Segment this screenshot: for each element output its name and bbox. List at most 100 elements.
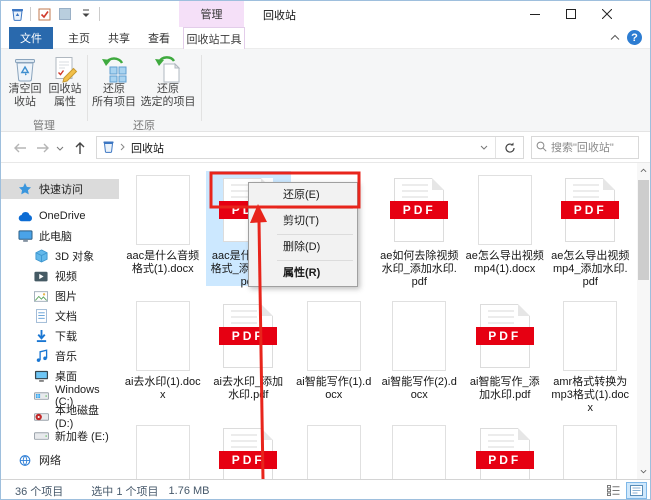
document-icon [33, 308, 49, 324]
manage-contextual-tab[interactable]: 管理 [179, 1, 244, 27]
docx-file-icon [377, 299, 463, 373]
tab-home[interactable]: 主页 [59, 27, 99, 49]
file-grid-row: PDF PDF [120, 421, 633, 479]
file-tile[interactable]: ai智能写作(1).docx [291, 297, 377, 412]
sidebar-item-downloads[interactable]: 下载 [1, 326, 119, 346]
docx-file-icon [120, 299, 206, 373]
selection-size: 1.76 MB [169, 485, 210, 497]
tab-recycle-bin-tools[interactable]: 回收站工具 [183, 27, 245, 49]
address-box[interactable]: 回收站 [96, 136, 524, 159]
restore-selected-items-button[interactable]: 还原 选定的项目 [137, 53, 199, 115]
menu-item-cut[interactable]: 剪切(T) [249, 211, 357, 232]
sidebar-item-pictures[interactable]: 图片 [1, 286, 119, 306]
sidebar-item-network[interactable]: 网络 [1, 450, 119, 470]
file-tile[interactable]: PDF [462, 421, 548, 479]
file-tile[interactable]: ai去水印(1).docx [120, 297, 206, 412]
file-tile[interactable]: PDF ai智能写作_添加水印.pdf [462, 297, 548, 412]
recycle-bin-mini-icon[interactable] [9, 6, 25, 22]
pdf-file-icon: PDF [462, 299, 548, 373]
download-arrow-icon [33, 328, 49, 344]
music-note-icon [33, 348, 49, 364]
search-input[interactable] [551, 142, 631, 154]
ribbon-right-controls [610, 30, 642, 45]
file-tile[interactable]: ai智能写作(2).docx [377, 297, 463, 412]
pdf-file-icon: PDF [206, 299, 292, 373]
file-tile[interactable]: aac是什么音频格式(1).docx [120, 171, 206, 286]
empty-recycle-bin-button[interactable]: 清空回 收站 [5, 53, 45, 115]
sidebar-item-desktop[interactable]: 桌面 [1, 366, 119, 386]
sidebar-item-3d-objects[interactable]: 3D 对象 [1, 246, 119, 266]
tab-share[interactable]: 共享 [99, 27, 139, 49]
back-icon[interactable] [11, 139, 29, 157]
scroll-down-icon[interactable] [637, 464, 650, 479]
file-tile[interactable] [291, 421, 377, 479]
context-menu: 还原(E) 剪切(T) 删除(D) 属性(R) [248, 182, 358, 287]
ribbon-group-separator [201, 55, 202, 121]
menu-separator [277, 260, 353, 261]
drive-icon [33, 428, 49, 444]
close-button[interactable] [589, 1, 625, 27]
sidebar-item-drive-d[interactable]: 本地磁盘 (D:) [1, 406, 119, 426]
customize-toolbar-dropdown-icon[interactable] [78, 6, 94, 22]
sidebar-item-quick-access[interactable]: 快速访问 [1, 179, 119, 199]
docx-file-icon [548, 423, 634, 479]
file-tile[interactable] [377, 421, 463, 479]
minimize-button[interactable] [517, 1, 553, 27]
menu-item-restore[interactable]: 还原(E) [249, 185, 357, 206]
cloud-icon [17, 208, 33, 224]
sidebar-item-documents[interactable]: 文档 [1, 306, 119, 326]
address-bar: 回收站 [1, 132, 650, 163]
scrollbar-thumb[interactable] [638, 180, 649, 280]
vertical-scrollbar[interactable] [637, 163, 650, 479]
sidebar-item-drive-e[interactable]: 新加卷 (E:) [1, 426, 119, 446]
recycle-bin-properties-button[interactable]: 回收站 属性 [45, 53, 85, 115]
monitor-icon [17, 228, 33, 244]
search-icon [536, 141, 547, 155]
address-dropdown-icon[interactable] [473, 145, 495, 150]
file-grid-row: ai去水印(1).docx PDF ai去水印_添加水印.pdf ai智能写作(… [120, 297, 633, 412]
file-tile[interactable]: PDF ai去水印_添加水印.pdf [206, 297, 292, 412]
video-icon [33, 268, 49, 284]
sidebar-item-music[interactable]: 音乐 [1, 346, 119, 366]
restore-all-items-button[interactable]: 还原 所有项目 [91, 53, 137, 115]
recent-locations-icon[interactable] [54, 139, 66, 157]
menu-separator [277, 208, 353, 209]
minimize-ribbon-icon[interactable] [610, 32, 620, 44]
up-icon[interactable] [71, 139, 89, 157]
properties-mini-icon[interactable] [36, 6, 52, 22]
file-tile[interactable]: amr格式转换为mp3格式(1).docx [548, 297, 634, 412]
forward-icon[interactable] [34, 139, 52, 157]
restore-selected-icon [154, 53, 182, 83]
docx-file-icon [291, 299, 377, 373]
sidebar-item-onedrive[interactable]: OneDrive [1, 206, 119, 226]
breadcrumb[interactable]: 回收站 [131, 140, 164, 156]
file-tile[interactable]: ae怎么导出视频mp4(1).docx [462, 171, 548, 286]
desktop-icon [33, 368, 49, 384]
tab-file[interactable]: 文件 [9, 27, 53, 49]
help-icon[interactable] [627, 30, 642, 45]
maximize-button[interactable] [553, 1, 589, 27]
pdf-file-icon: PDF [462, 423, 548, 479]
sidebar-item-videos[interactable]: 视频 [1, 266, 119, 286]
tab-view[interactable]: 查看 [139, 27, 179, 49]
file-tile[interactable] [548, 421, 634, 479]
new-folder-mini-icon[interactable] [57, 6, 73, 22]
pdf-file-icon: PDF [206, 423, 292, 479]
cube-icon [33, 248, 49, 264]
menu-item-properties[interactable]: 属性(R) [249, 263, 357, 284]
file-tile[interactable]: PDF ae怎么导出视频mp4_添加水印.pdf [548, 171, 634, 286]
thumbnail-view-icon[interactable] [626, 482, 647, 499]
file-tile[interactable]: PDF [206, 421, 292, 479]
details-view-icon[interactable] [603, 482, 624, 499]
refresh-icon[interactable] [495, 137, 523, 158]
scroll-up-icon[interactable] [637, 163, 650, 178]
toolbar-separator [30, 7, 31, 21]
titlebar: 管理 回收站 [1, 1, 650, 27]
ribbon-group-manage: 管理 [1, 117, 87, 133]
file-tile[interactable]: PDF ae如何去除视频水印_添加水印.pdf [377, 171, 463, 286]
ribbon-group-restore: 还原 [87, 117, 201, 133]
sidebar-item-this-pc[interactable]: 此电脑 [1, 226, 119, 246]
menu-item-delete[interactable]: 删除(D) [249, 237, 357, 258]
recycle-bin-crumb-icon [103, 140, 114, 156]
file-tile[interactable] [120, 421, 206, 479]
